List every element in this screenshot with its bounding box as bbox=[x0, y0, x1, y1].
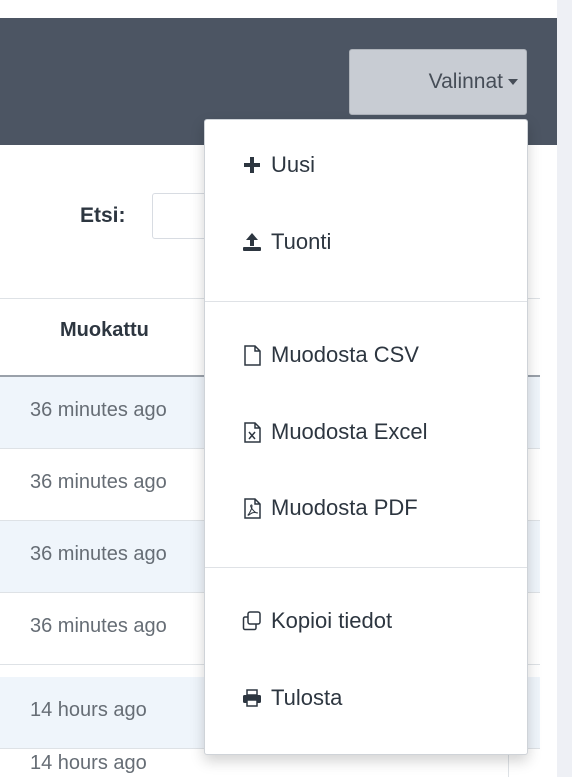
modified-cell: 36 minutes ago bbox=[30, 615, 167, 637]
menu-item-label: Kopioi tiedot bbox=[271, 608, 393, 633]
file-icon bbox=[241, 344, 263, 366]
menu-divider bbox=[205, 301, 527, 302]
menu-item-label: Tuonti bbox=[271, 229, 332, 254]
options-dropdown-button[interactable]: Valinnat bbox=[349, 49, 527, 115]
modified-cell: 36 minutes ago bbox=[30, 399, 167, 421]
menu-item-export-excel[interactable]: Muodosta Excel bbox=[205, 408, 527, 456]
modified-cell: 36 minutes ago bbox=[30, 471, 167, 493]
copy-icon bbox=[241, 610, 263, 632]
menu-item-export-pdf[interactable]: Muodosta PDF bbox=[205, 484, 527, 532]
menu-item-label: Muodosta PDF bbox=[271, 495, 418, 520]
menu-item-new[interactable]: Uusi bbox=[205, 141, 527, 189]
modified-cell: 14 hours ago bbox=[30, 699, 147, 721]
plus-icon bbox=[241, 154, 263, 176]
file-pdf-icon bbox=[241, 497, 263, 519]
modified-cell: 36 minutes ago bbox=[30, 543, 167, 565]
options-dropdown-menu: Uusi Tuonti Muodosta CSV Muodosta Excel … bbox=[204, 119, 528, 755]
menu-item-label: Tulosta bbox=[271, 685, 343, 710]
caret-down-icon bbox=[508, 79, 518, 85]
upload-icon bbox=[241, 231, 263, 253]
search-label: Etsi: bbox=[80, 204, 126, 227]
menu-item-label: Muodosta Excel bbox=[271, 419, 428, 444]
menu-item-label: Uusi bbox=[271, 152, 316, 177]
print-icon bbox=[241, 687, 263, 709]
menu-item-import[interactable]: Tuonti bbox=[205, 218, 527, 266]
file-excel-icon bbox=[241, 421, 263, 443]
options-button-label: Valinnat bbox=[428, 70, 503, 93]
menu-item-print[interactable]: Tulosta bbox=[205, 674, 527, 722]
menu-item-copy[interactable]: Kopioi tiedot bbox=[205, 597, 527, 645]
menu-item-label: Muodosta CSV bbox=[271, 342, 419, 367]
modified-cell: 14 hours ago bbox=[30, 752, 147, 774]
menu-item-export-csv[interactable]: Muodosta CSV bbox=[205, 331, 527, 379]
menu-divider bbox=[205, 567, 527, 568]
column-header-label: Muokattu bbox=[60, 319, 149, 341]
